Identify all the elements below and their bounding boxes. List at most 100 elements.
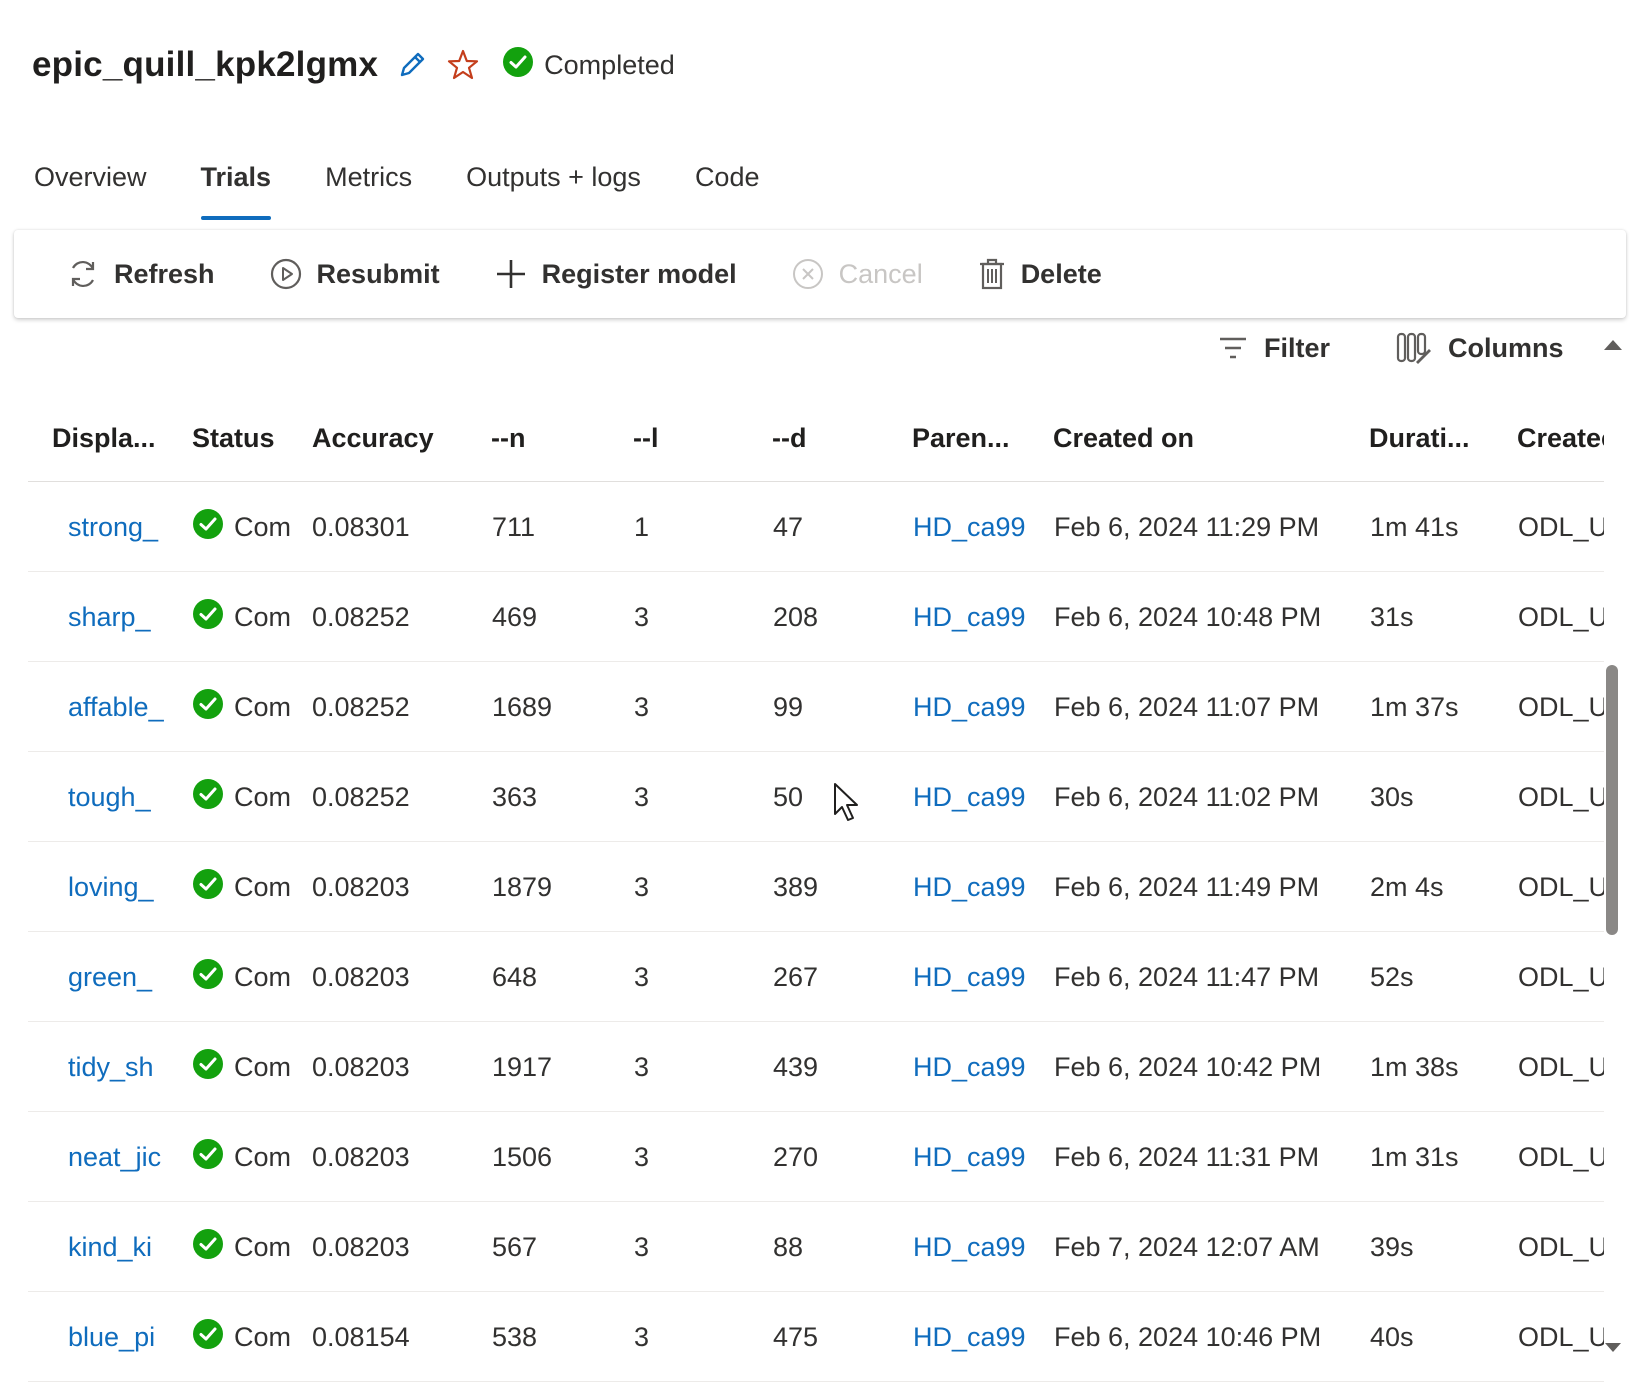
parent-run-link[interactable]: HD_ca99 (913, 1202, 1033, 1292)
column-header-n[interactable]: --n (491, 395, 591, 481)
tab-code[interactable]: Code (695, 160, 760, 222)
column-header-created-by[interactable]: Createc (1517, 395, 1604, 481)
status-cell: Com (192, 662, 302, 752)
parent-run-link[interactable]: HD_ca99 (913, 1292, 1033, 1382)
parent-run-link[interactable]: HD_ca99 (913, 752, 1033, 842)
check-circle-icon (192, 598, 224, 637)
table-row[interactable]: sharp_ Com 0.08252 469 3 208 HD_ca99 Feb 6, 202… (28, 572, 1604, 662)
n-cell: 1506 (492, 1141, 553, 1172)
trial-name-link[interactable]: neat_jic (68, 1112, 186, 1202)
column-header-l[interactable]: --l (633, 395, 733, 481)
created-by-cell: ODL_U (1518, 601, 1604, 632)
accuracy-cell: 0.08203 (312, 1051, 410, 1082)
trial-name-link[interactable]: blue_pi (68, 1292, 186, 1382)
created-by-cell: ODL_U (1518, 871, 1604, 902)
trial-name-link[interactable]: tough_ (68, 752, 186, 842)
duration-cell: 40s (1370, 1321, 1414, 1352)
pencil-icon[interactable] (396, 49, 428, 81)
status-cell: Com (192, 842, 302, 932)
d-cell: 475 (773, 1321, 819, 1352)
trial-name-link[interactable]: affable_ (68, 662, 186, 752)
created-on-cell: Feb 6, 2024 11:49 PM (1054, 871, 1320, 902)
created-by-cell: ODL_U (1518, 1141, 1604, 1172)
parent-run-link[interactable]: HD_ca99 (913, 1112, 1033, 1202)
column-header-created-on[interactable]: Created on (1053, 395, 1343, 481)
cancel-button[interactable]: Cancel (791, 257, 923, 291)
parent-run-link[interactable]: HD_ca99 (913, 842, 1033, 932)
columns-icon (1396, 331, 1432, 365)
trash-icon (977, 257, 1007, 291)
filter-button[interactable]: Filter (1218, 326, 1330, 370)
parent-run-link[interactable]: HD_ca99 (913, 932, 1033, 1022)
duration-cell: 39s (1370, 1231, 1414, 1262)
trial-name-link[interactable]: strong_ (68, 482, 186, 572)
parent-run-link[interactable]: HD_ca99 (913, 662, 1033, 752)
parent-run-link[interactable]: HD_ca99 (913, 1022, 1033, 1112)
l-cell: 1 (634, 511, 650, 542)
accuracy-cell: 0.08252 (312, 691, 410, 722)
duration-cell: 52s (1370, 961, 1414, 992)
status-label: Com (234, 1231, 292, 1262)
column-header-accuracy[interactable]: Accuracy (312, 395, 472, 481)
table-row[interactable]: kind_ki Com 0.08203 567 3 88 HD_ca99 Feb 7, 202… (28, 1202, 1604, 1292)
parent-run-link[interactable]: HD_ca99 (913, 482, 1033, 572)
scroll-up-arrow-icon[interactable] (1604, 340, 1622, 350)
tab-trials[interactable]: Trials (200, 160, 271, 222)
trial-name-link[interactable]: kind_ki (68, 1202, 186, 1292)
check-circle-icon (502, 46, 534, 85)
trial-name-link[interactable]: green_ (68, 932, 186, 1022)
duration-cell: 1m 41s (1370, 511, 1459, 542)
refresh-icon (66, 257, 100, 291)
table-row[interactable]: blue_pi Com 0.08154 538 3 475 HD_ca99 Feb 6, 20… (28, 1292, 1604, 1382)
d-cell: 439 (773, 1051, 819, 1082)
register-model-button[interactable]: Register model (494, 257, 737, 291)
d-cell: 208 (773, 601, 819, 632)
tab-metrics[interactable]: Metrics (325, 160, 412, 222)
parent-run-link[interactable]: HD_ca99 (913, 572, 1033, 662)
check-circle-icon (192, 1048, 224, 1087)
check-circle-icon (192, 1318, 224, 1357)
vertical-scrollbar-thumb[interactable] (1606, 665, 1618, 935)
column-header-d[interactable]: --d (772, 395, 872, 481)
column-header-parent[interactable]: Paren... (912, 395, 1042, 481)
status-label: Com (234, 961, 292, 992)
table-row[interactable]: tough_ Com 0.08252 363 3 50 HD_ca99 Feb 6, 2024… (28, 752, 1604, 842)
star-icon[interactable] (446, 48, 480, 82)
table-row[interactable]: green_ Com 0.08203 648 3 267 HD_ca99 Feb 6, 202… (28, 932, 1604, 1022)
tab-outputs-logs[interactable]: Outputs + logs (466, 160, 641, 222)
table-row[interactable]: neat_jic Com 0.08203 1506 3 270 HD_ca99 Feb 6, … (28, 1112, 1604, 1202)
table-row[interactable]: affable_ Com 0.08252 1689 3 99 HD_ca99 Feb 6, 2… (28, 662, 1604, 752)
columns-button[interactable]: Columns (1396, 326, 1564, 370)
created-on-cell: Feb 6, 2024 10:48 PM (1054, 601, 1322, 632)
l-cell: 3 (634, 691, 650, 722)
status-label: Com (234, 1321, 292, 1352)
duration-cell: 2m 4s (1370, 871, 1444, 902)
created-on-cell: Feb 6, 2024 10:46 PM (1054, 1321, 1322, 1352)
dismiss-circle-icon (791, 257, 825, 291)
d-cell: 88 (773, 1231, 804, 1262)
table-row[interactable]: tidy_sh Com 0.08203 1917 3 439 HD_ca99 Feb 6, 2… (28, 1022, 1604, 1112)
d-cell: 270 (773, 1141, 819, 1172)
filter-icon (1218, 335, 1248, 361)
accuracy-cell: 0.08252 (312, 781, 410, 812)
column-header-display-name[interactable]: Displa... (52, 395, 182, 481)
trial-name-link[interactable]: loving_ (68, 842, 186, 932)
trial-name-link[interactable]: sharp_ (68, 572, 186, 662)
tab-overview[interactable]: Overview (34, 160, 147, 222)
duration-cell: 30s (1370, 781, 1414, 812)
play-circle-icon (269, 257, 303, 291)
n-cell: 363 (492, 781, 538, 812)
table-row[interactable]: loving_ Com 0.08203 1879 3 389 HD_ca99 Feb 6, 2… (28, 842, 1604, 932)
trial-name-link[interactable]: tidy_sh (68, 1022, 186, 1112)
delete-button[interactable]: Delete (977, 257, 1102, 291)
d-cell: 389 (773, 871, 819, 902)
column-header-status[interactable]: Status (192, 395, 302, 481)
table-row[interactable]: strong_ Com 0.08301 711 1 47 HD_ca99 Feb 6, 202… (28, 482, 1604, 572)
scroll-down-arrow-icon[interactable] (1605, 1343, 1621, 1352)
column-header-duration[interactable]: Durati... (1369, 395, 1499, 481)
n-cell: 1879 (492, 871, 553, 902)
l-cell: 3 (634, 1231, 650, 1262)
refresh-button[interactable]: Refresh (66, 257, 215, 291)
resubmit-button[interactable]: Resubmit (269, 257, 440, 291)
l-cell: 3 (634, 1141, 650, 1172)
